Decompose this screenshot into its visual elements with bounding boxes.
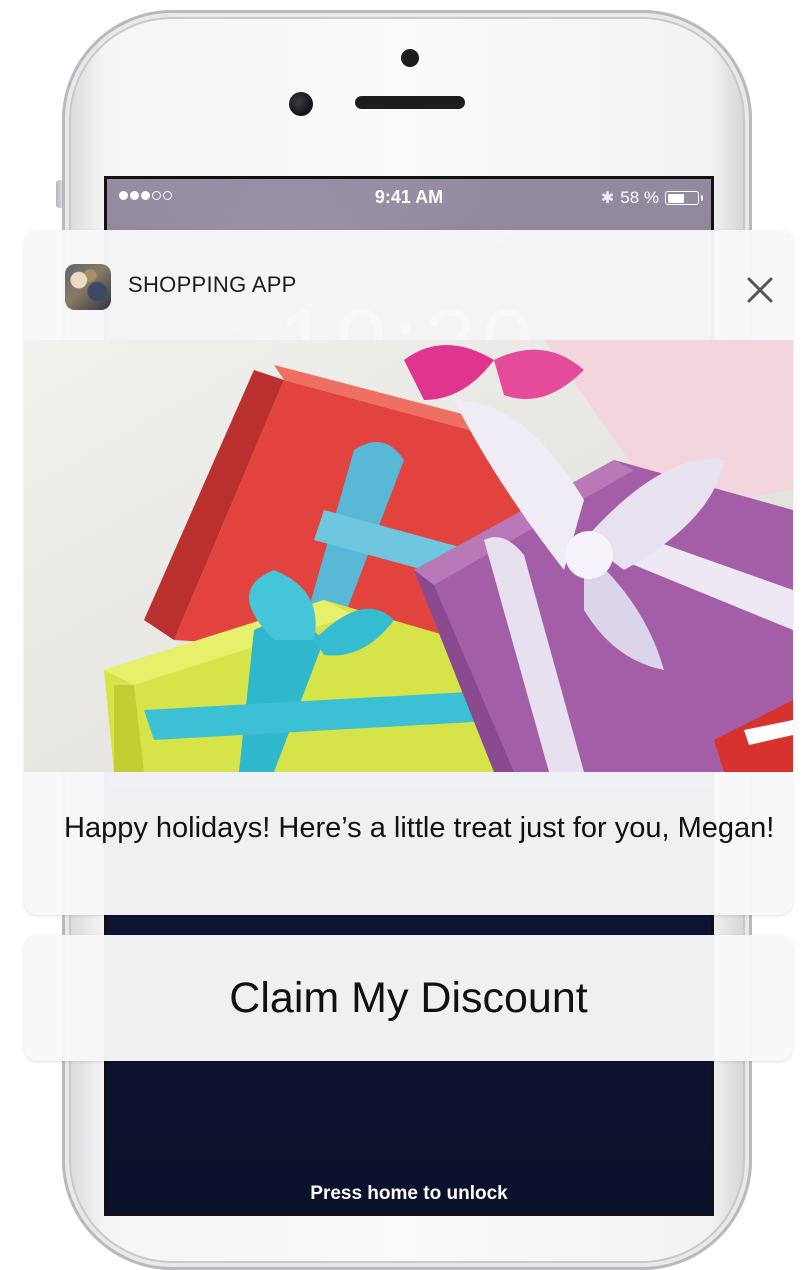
front-camera (289, 92, 313, 116)
close-icon (747, 277, 773, 303)
notification-image-gifts (24, 340, 793, 772)
notification-message: Happy holidays! Here’s a little treat ju… (64, 812, 775, 844)
sensor-dot (401, 49, 419, 67)
gift-boxes-image (24, 340, 793, 772)
app-name: SHOPPING APP (128, 272, 297, 297)
unlock-hint: Press home to unlock (310, 1183, 508, 1204)
app-icon (65, 264, 111, 310)
earpiece-speaker (355, 96, 465, 109)
bluetooth-icon: ✱ (600, 190, 615, 207)
close-button[interactable] (738, 268, 782, 312)
claim-discount-button[interactable]: Claim My Discount (24, 935, 793, 1061)
notification-header: 10:20 SHOPPING APP (24, 230, 793, 393)
battery-percent: 58 % (620, 188, 659, 207)
rich-notification-card[interactable]: 10:20 SHOPPING APP (24, 230, 793, 915)
battery-icon (665, 191, 703, 205)
status-right: ✱ 58 % (600, 188, 703, 208)
status-bar: 9:41 AM ✱ 58 % (107, 179, 711, 219)
